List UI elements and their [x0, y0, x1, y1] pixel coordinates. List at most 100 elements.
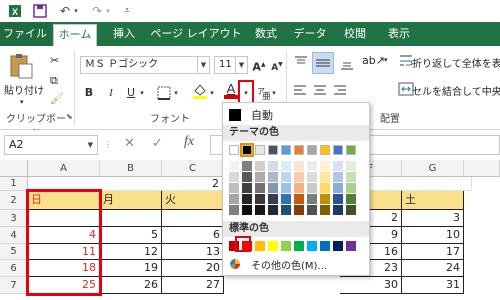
theme-shade-swatch[interactable]: [294, 172, 304, 182]
theme-shade-swatch[interactable]: [229, 183, 239, 193]
cell-c2-tuesday[interactable]: 火: [162, 191, 224, 210]
theme-shade-swatch[interactable]: [320, 194, 330, 204]
theme-shade-swatch[interactable]: [281, 183, 291, 193]
cell-f7[interactable]: 30: [340, 277, 402, 294]
theme-shade-swatch[interactable]: [268, 205, 278, 215]
standard-color-swatch[interactable]: [268, 241, 278, 251]
tab-insert[interactable]: 挿入: [104, 22, 144, 46]
cell-g3[interactable]: 3: [402, 210, 464, 227]
chevron-down-icon[interactable]: ▼: [88, 136, 93, 154]
row-header-6[interactable]: 6: [0, 260, 28, 277]
cell-b6[interactable]: 19: [100, 260, 162, 277]
theme-shade-swatch[interactable]: [281, 172, 291, 182]
standard-color-swatch[interactable]: [333, 241, 343, 251]
name-box[interactable]: A2 ▼: [4, 135, 98, 155]
theme-shade-swatch[interactable]: [333, 161, 343, 171]
align-top-icon[interactable]: [292, 54, 310, 72]
undo-icon[interactable]: ↶: [58, 3, 72, 19]
standard-color-swatch[interactable]: [346, 241, 356, 251]
underline-dropdown-icon[interactable]: ▾: [138, 84, 146, 102]
text-orientation-icon[interactable]: ab↗: [362, 54, 385, 72]
theme-shade-swatch[interactable]: [242, 183, 252, 193]
cell-g2-saturday[interactable]: 土: [402, 191, 464, 210]
select-all-corner[interactable]: [0, 160, 28, 177]
theme-shade-swatch[interactable]: [255, 205, 265, 215]
theme-shade-swatch[interactable]: [242, 205, 252, 215]
cell-b3[interactable]: [100, 210, 162, 227]
theme-color-swatch[interactable]: [307, 145, 317, 155]
theme-color-swatch[interactable]: [229, 145, 239, 155]
theme-shade-swatch[interactable]: [255, 161, 265, 171]
row-header-2[interactable]: 2: [0, 191, 28, 210]
paste-button-label[interactable]: 貼り付け: [4, 82, 44, 97]
tab-home[interactable]: ホーム: [53, 24, 97, 46]
cell-g4[interactable]: 10: [402, 227, 464, 244]
theme-color-swatch[interactable]: [333, 145, 343, 155]
theme-shade-swatch[interactable]: [242, 161, 252, 171]
wrap-text-button[interactable]: 折り返して全体を表: [412, 55, 500, 70]
theme-shade-swatch[interactable]: [320, 183, 330, 193]
underline-button[interactable]: U: [124, 84, 138, 102]
standard-color-swatch[interactable]: [294, 241, 304, 251]
theme-shade-swatch[interactable]: [333, 205, 343, 215]
merge-center-button[interactable]: セルを結合して中央: [412, 83, 500, 98]
theme-shade-swatch[interactable]: [320, 205, 330, 215]
row-header-1[interactable]: 1: [0, 177, 28, 191]
theme-shade-swatch[interactable]: [229, 205, 239, 215]
fill-color-dropdown-icon[interactable]: ▾: [208, 84, 216, 102]
tab-view[interactable]: 表示: [382, 22, 416, 46]
theme-shade-swatch[interactable]: [242, 194, 252, 204]
theme-shade-swatch[interactable]: [346, 172, 356, 182]
theme-shade-swatch[interactable]: [307, 161, 317, 171]
standard-color-swatch[interactable]: [320, 241, 330, 251]
copy-icon[interactable]: ⧉: [50, 74, 58, 88]
standard-color-swatch[interactable]: [255, 241, 265, 251]
enter-icon[interactable]: ✓: [152, 136, 163, 151]
insert-function-icon[interactable]: fx: [184, 134, 194, 150]
paste-icon[interactable]: [8, 52, 34, 80]
theme-shade-swatch[interactable]: [333, 183, 343, 193]
redo-dropdown-icon[interactable]: ▾: [104, 3, 112, 19]
chevron-down-icon[interactable]: ⩡: [120, 3, 134, 19]
row-header-3[interactable]: 3: [0, 210, 28, 227]
bold-button[interactable]: B: [82, 84, 96, 102]
orientation-dropdown-icon[interactable]: ▾: [384, 56, 388, 64]
theme-shade-swatch[interactable]: [320, 172, 330, 182]
cell-b5[interactable]: 12: [100, 244, 162, 260]
theme-shade-swatch[interactable]: [320, 161, 330, 171]
standard-color-swatch[interactable]: [281, 241, 291, 251]
align-bottom-icon[interactable]: [338, 54, 356, 72]
theme-color-swatch[interactable]: [294, 145, 304, 155]
row-header-7[interactable]: 7: [0, 277, 28, 294]
standard-color-swatch[interactable]: [307, 241, 317, 251]
redo-icon[interactable]: ↷: [90, 3, 104, 19]
theme-shade-swatch[interactable]: [346, 205, 356, 215]
cell-g6[interactable]: 24: [402, 260, 464, 277]
theme-shade-swatch[interactable]: [294, 205, 304, 215]
save-icon[interactable]: [32, 3, 48, 19]
cell-c4[interactable]: 6: [162, 227, 224, 244]
theme-color-swatch[interactable]: [240, 143, 254, 157]
theme-shade-swatch[interactable]: [268, 183, 278, 193]
tab-review[interactable]: 校閲: [338, 22, 372, 46]
font-size-combo[interactable]: 11 ▼: [214, 56, 248, 74]
theme-color-swatch[interactable]: [320, 145, 330, 155]
cell-c5[interactable]: 13: [162, 244, 224, 260]
theme-shade-swatch[interactable]: [255, 172, 265, 182]
column-header-a[interactable]: A: [28, 160, 100, 177]
automatic-color-swatch[interactable]: [229, 109, 241, 121]
theme-shade-swatch[interactable]: [229, 194, 239, 204]
theme-color-swatch[interactable]: [268, 145, 278, 155]
theme-shade-swatch[interactable]: [229, 161, 239, 171]
column-header-c[interactable]: C: [162, 160, 224, 177]
drag-handle-icon[interactable]: ⋮: [104, 140, 112, 149]
phonetic-dropdown-icon[interactable]: ▾: [270, 84, 278, 102]
theme-shade-swatch[interactable]: [255, 183, 265, 193]
cell-c7[interactable]: 27: [162, 277, 224, 294]
cancel-icon[interactable]: ✕: [124, 136, 135, 151]
theme-shade-swatch[interactable]: [281, 161, 291, 171]
theme-color-swatch[interactable]: [255, 145, 265, 155]
decrease-font-size-icon[interactable]: A▼: [270, 56, 284, 74]
column-header-h[interactable]: [464, 160, 500, 177]
align-middle-icon[interactable]: [312, 52, 334, 74]
